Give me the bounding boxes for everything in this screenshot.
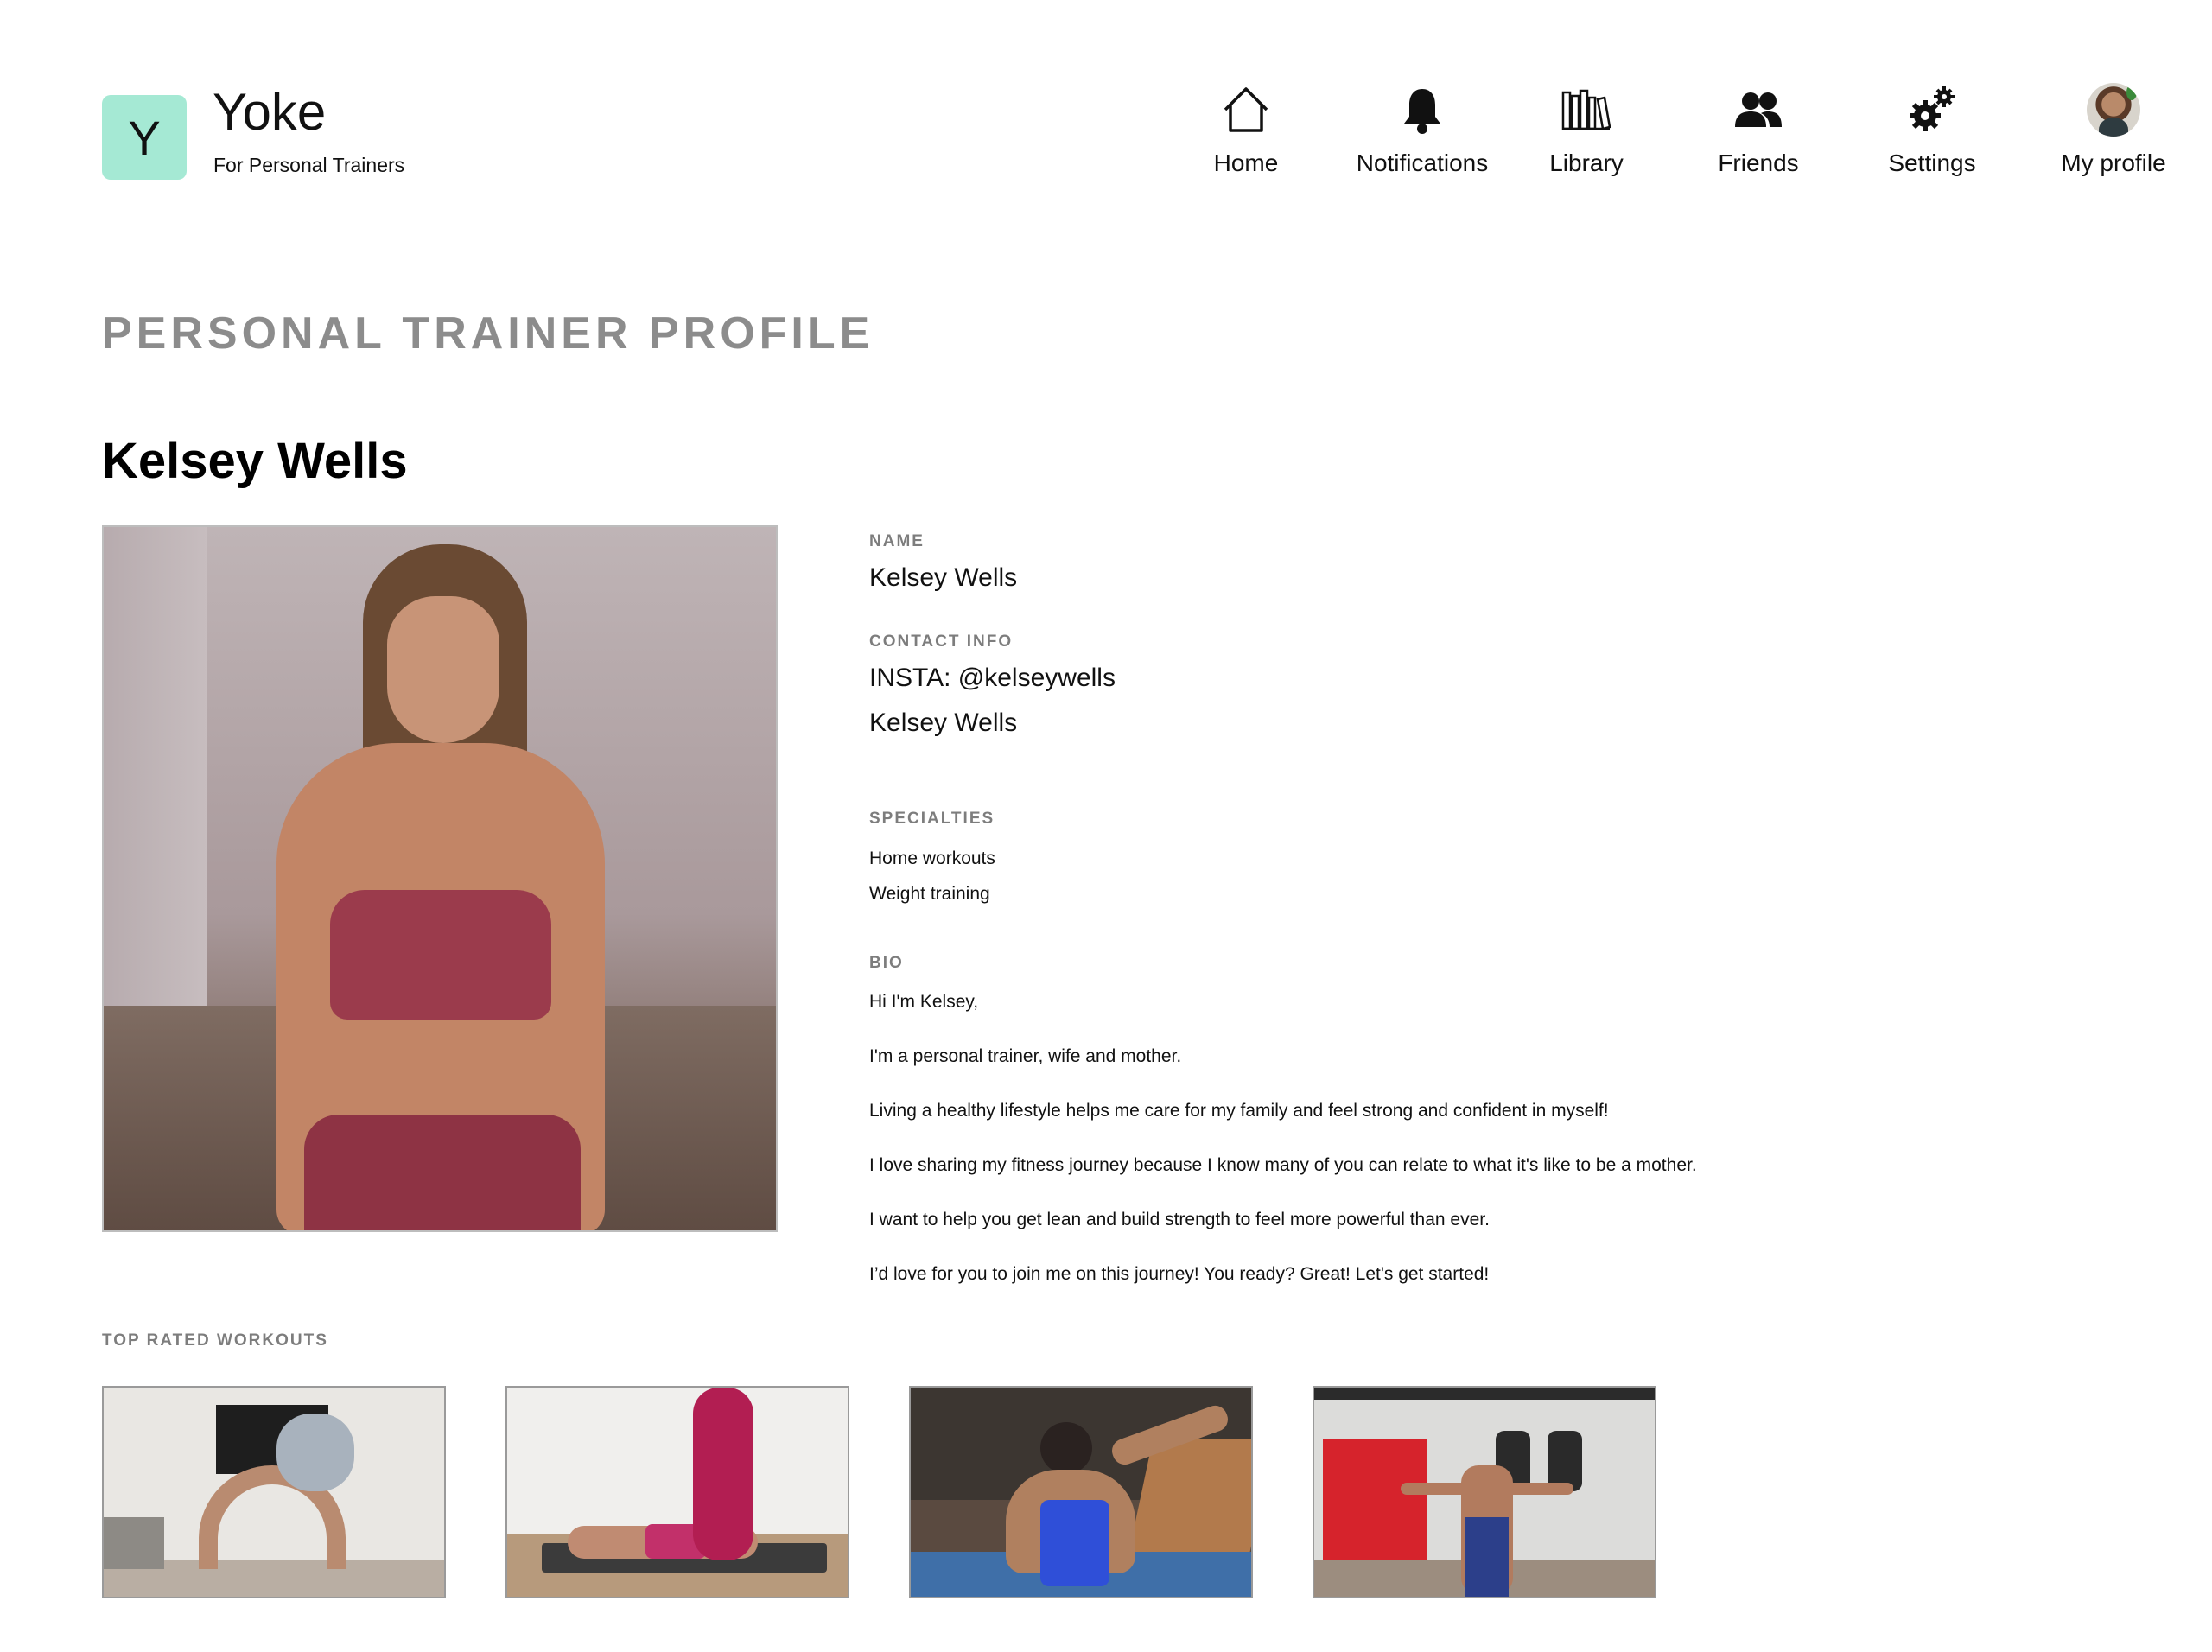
friends-icon bbox=[1731, 82, 1786, 137]
bio-line: Hi I'm Kelsey, bbox=[869, 992, 979, 1012]
workout-thumbnail-2[interactable] bbox=[505, 1386, 849, 1598]
name-value: Kelsey Wells bbox=[869, 563, 1018, 592]
workout-thumbnail-3[interactable] bbox=[909, 1386, 1253, 1598]
bio-label: BIO bbox=[869, 954, 904, 972]
specialties-label: SPECIALTIES bbox=[869, 810, 995, 828]
nav-home[interactable]: Home bbox=[1203, 82, 1289, 177]
bio-line: Living a healthy lifestyle helps me care… bbox=[869, 1101, 1609, 1121]
bell-icon bbox=[1395, 82, 1450, 137]
nav-home-label: Home bbox=[1213, 149, 1279, 176]
bio-line: I'm a personal trainer, wife and mother. bbox=[869, 1046, 1182, 1066]
trainer-name-heading: Kelsey Wells bbox=[102, 433, 408, 489]
contact-info-label: CONTACT INFO bbox=[869, 632, 1014, 651]
avatar bbox=[2087, 83, 2140, 137]
nav-notifications[interactable]: Notifications bbox=[1344, 82, 1500, 177]
nav-my-profile[interactable]: My profile bbox=[2044, 82, 2183, 177]
page-title: PERSONAL TRAINER PROFILE bbox=[102, 308, 874, 359]
nav-notifications-label: Notifications bbox=[1356, 149, 1489, 176]
bio-line: I’d love for you to join me on this jour… bbox=[869, 1264, 1490, 1284]
nav-library-label: Library bbox=[1549, 149, 1624, 176]
trainer-photo bbox=[102, 525, 778, 1232]
library-icon bbox=[1559, 82, 1614, 137]
specialty-item: Home workouts bbox=[869, 848, 995, 868]
home-icon bbox=[1218, 82, 1274, 137]
workout-thumbnail-4[interactable] bbox=[1313, 1386, 1656, 1598]
contact-name: Kelsey Wells bbox=[869, 708, 1018, 737]
name-label: NAME bbox=[869, 532, 925, 550]
nav-library[interactable]: Library bbox=[1543, 82, 1630, 177]
nav-settings-label: Settings bbox=[1888, 149, 1976, 176]
gears-icon bbox=[1904, 82, 1960, 137]
nav-settings[interactable]: Settings bbox=[1888, 82, 1976, 177]
contact-instagram[interactable]: INSTA: @kelseywells bbox=[869, 664, 1116, 693]
nav-friends-label: Friends bbox=[1718, 149, 1799, 176]
top-rated-workouts-label: TOP RATED WORKOUTS bbox=[102, 1331, 328, 1350]
bio-line: I want to help you get lean and build st… bbox=[869, 1210, 1490, 1229]
specialty-item: Weight training bbox=[869, 884, 990, 904]
nav-friends[interactable]: Friends bbox=[1715, 82, 1802, 177]
workout-thumbnail-1[interactable] bbox=[102, 1386, 446, 1598]
nav-my-profile-label: My profile bbox=[2061, 149, 2166, 176]
bio-line: I love sharing my fitness journey becaus… bbox=[869, 1155, 1697, 1175]
top-nav: Home Notifications Library Friends Setti… bbox=[0, 82, 2212, 186]
